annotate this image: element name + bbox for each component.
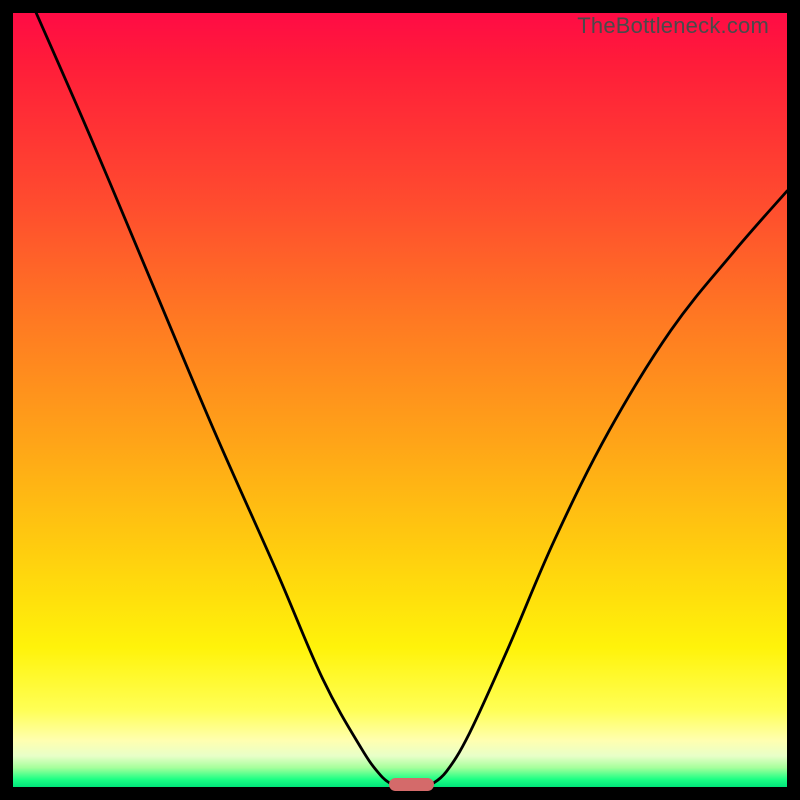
curve-path: [36, 13, 787, 785]
chart-frame: TheBottleneck.com: [0, 0, 800, 800]
plot-area: TheBottleneck.com: [13, 13, 787, 787]
bottleneck-curve: [13, 13, 787, 787]
watermark-text: TheBottleneck.com: [577, 13, 769, 39]
optimal-marker: [389, 778, 434, 791]
